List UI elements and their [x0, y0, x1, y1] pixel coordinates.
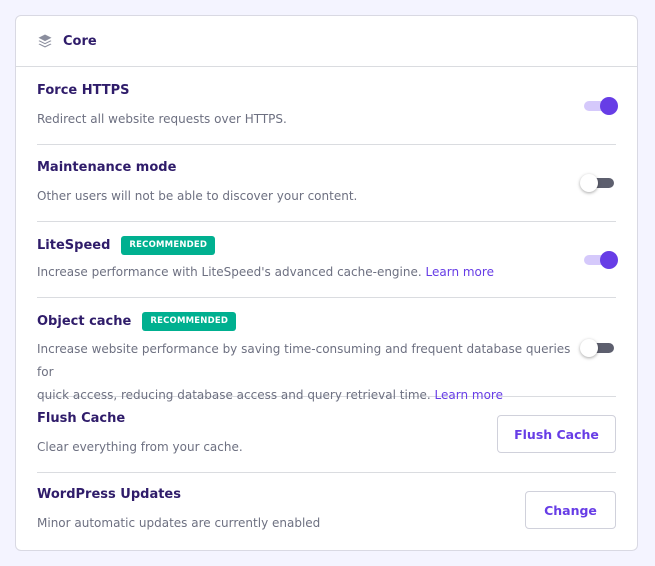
- flush-cache-title: Flush Cache: [37, 411, 126, 426]
- object-cache-description-line-1: Increase website performance by saving t…: [37, 342, 571, 379]
- setting-row-wordpress-updates: WordPress Updates Minor automatic update…: [37, 473, 616, 550]
- litespeed-learn-more-link[interactable]: Learn more: [426, 265, 494, 279]
- setting-row-force-https: Force HTTPS Redirect all website request…: [37, 67, 618, 145]
- change-updates-button[interactable]: Change: [525, 491, 616, 529]
- layers-icon: [37, 33, 53, 49]
- maintenance-mode-toggle[interactable]: [580, 173, 616, 193]
- wordpress-updates-description: Minor automatic updates are currently en…: [37, 516, 321, 530]
- litespeed-toggle[interactable]: [582, 250, 618, 270]
- recommended-badge: RECOMMENDED: [121, 235, 216, 255]
- card-header: Core: [16, 16, 637, 67]
- force-https-toggle[interactable]: [582, 96, 618, 116]
- setting-row-flush-cache: Flush Cache Clear everything from your c…: [37, 397, 616, 473]
- maintenance-mode-title: Maintenance mode: [37, 160, 177, 175]
- wordpress-updates-title: WordPress Updates: [37, 487, 181, 502]
- toggle-knob: [600, 251, 618, 269]
- maintenance-mode-description: Other users will not be able to discover…: [37, 189, 358, 203]
- flush-cache-button[interactable]: Flush Cache: [497, 415, 616, 453]
- core-settings-card: Core Force HTTPS Redirect all website re…: [15, 15, 638, 551]
- force-https-description: Redirect all website requests over HTTPS…: [37, 112, 287, 126]
- setting-row-object-cache: Object cache RECOMMENDED Increase websit…: [37, 298, 616, 402]
- card-title: Core: [63, 33, 97, 49]
- object-cache-toggle[interactable]: [580, 338, 616, 358]
- toggle-knob: [600, 97, 618, 115]
- litespeed-title: LiteSpeed: [37, 237, 111, 253]
- setting-row-litespeed: LiteSpeed RECOMMENDED Increase performan…: [37, 222, 618, 298]
- flush-cache-description: Clear everything from your cache.: [37, 440, 243, 454]
- litespeed-description: Increase performance with LiteSpeed's ad…: [37, 261, 494, 284]
- object-cache-title-group: Object cache RECOMMENDED: [37, 311, 237, 331]
- object-cache-title: Object cache: [37, 313, 132, 329]
- toggle-knob: [580, 339, 598, 357]
- force-https-title: Force HTTPS: [37, 83, 130, 98]
- litespeed-title-group: LiteSpeed RECOMMENDED: [37, 235, 216, 255]
- toggle-knob: [580, 174, 598, 192]
- setting-row-maintenance-mode: Maintenance mode Other users will not be…: [37, 145, 616, 222]
- litespeed-description-text: Increase performance with LiteSpeed's ad…: [37, 265, 422, 279]
- recommended-badge: RECOMMENDED: [142, 311, 237, 331]
